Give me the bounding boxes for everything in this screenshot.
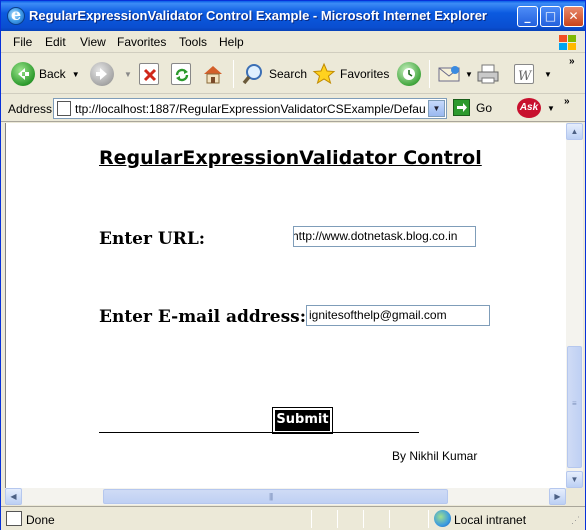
page-icon	[57, 101, 71, 116]
history-icon	[397, 62, 421, 86]
scroll-left-icon[interactable]: ◀	[5, 488, 22, 505]
ask-logo-icon: Ask	[517, 98, 541, 118]
toolbar: Back ▼ ▼ Search Favorites ▼ W ▼ »	[1, 54, 585, 94]
email-input[interactable]: ignitesofthelp@gmail.com	[306, 305, 490, 326]
url-input[interactable]: http://www.dotnetask.blog.co.in	[293, 226, 476, 247]
window-title: RegularExpressionValidator Control Examp…	[29, 8, 487, 23]
title-bar[interactable]: RegularExpressionValidator Control Examp…	[1, 1, 585, 31]
stop-icon	[139, 63, 159, 85]
address-dropdown-icon[interactable]: ▼	[428, 100, 445, 117]
menu-view[interactable]: View	[80, 35, 106, 49]
search-label: Search	[269, 67, 308, 81]
back-dropdown-icon[interactable]: ▼	[72, 70, 80, 79]
forward-dropdown-icon[interactable]: ▼	[124, 70, 132, 79]
menu-bar: File Edit View Favorites Tools Help	[1, 31, 585, 53]
word-icon: W	[514, 64, 534, 84]
minimize-button[interactable]: _	[517, 6, 538, 27]
status-divider	[337, 510, 338, 528]
go-label: Go	[476, 100, 493, 115]
toolbar-separator	[429, 60, 430, 88]
browser-window: RegularExpressionValidator Control Examp…	[0, 0, 586, 530]
mail-button[interactable]: ▼	[437, 58, 473, 90]
ask-toolbar-button[interactable]: Ask ▼	[517, 98, 555, 118]
favorites-label: Favorites	[340, 67, 390, 81]
status-text: Done	[26, 513, 55, 527]
back-arrow-icon	[11, 62, 35, 86]
address-url[interactable]: ttp://localhost:1887/RegularExpressionVa…	[75, 102, 425, 116]
menu-favorites[interactable]: Favorites	[117, 35, 166, 49]
status-divider	[389, 510, 390, 528]
toolbar-separator	[233, 60, 234, 88]
ie-logo-icon	[7, 5, 25, 25]
menu-tools[interactable]: Tools	[179, 35, 207, 49]
go-arrow-icon	[453, 99, 470, 116]
printer-icon	[476, 62, 500, 86]
scroll-up-icon[interactable]: ▲	[566, 123, 583, 140]
edit-dropdown-icon[interactable]: ▼	[544, 70, 552, 79]
page-heading: RegularExpressionValidator Control	[99, 147, 482, 169]
favorites-button[interactable]: Favorites	[312, 58, 389, 90]
address-bar: Address ttp://localhost:1887/RegularExpr…	[1, 95, 585, 122]
search-icon	[241, 62, 265, 86]
grip-icon: |||	[269, 492, 273, 501]
submit-button[interactable]: Submit	[272, 407, 333, 434]
horizontal-scroll-thumb[interactable]: |||	[103, 489, 448, 504]
go-button[interactable]: Go	[453, 99, 492, 116]
maximize-button[interactable]: □	[540, 6, 561, 27]
mail-dropdown-icon[interactable]: ▼	[465, 70, 473, 79]
intranet-zone-icon	[434, 510, 451, 527]
mail-icon	[437, 62, 461, 86]
search-button[interactable]: Search	[241, 58, 307, 90]
status-bar: Done Local intranet ⋰	[1, 506, 585, 530]
menu-file[interactable]: File	[13, 35, 32, 49]
vertical-scroll-thumb[interactable]: ≡	[567, 346, 582, 468]
author-credit: By Nikhil Kumar	[392, 449, 478, 463]
refresh-icon	[171, 63, 191, 85]
scroll-right-icon[interactable]: ▶	[549, 488, 566, 505]
resize-grip-icon[interactable]: ⋰	[571, 515, 580, 526]
print-button[interactable]	[476, 58, 504, 90]
status-divider	[428, 510, 429, 528]
horizontal-rule	[99, 432, 419, 433]
address-overflow-icon[interactable]: »	[564, 96, 570, 107]
home-button[interactable]	[201, 58, 229, 90]
forward-button[interactable]: ▼	[90, 58, 132, 90]
back-button[interactable]: Back ▼	[11, 58, 80, 90]
windows-logo-icon	[557, 33, 577, 51]
status-divider	[311, 510, 312, 528]
address-input[interactable]: ttp://localhost:1887/RegularExpressionVa…	[53, 98, 447, 119]
stop-button[interactable]	[139, 58, 163, 90]
back-label: Back	[39, 67, 66, 81]
status-divider	[363, 510, 364, 528]
grip-icon: ≡	[572, 399, 577, 408]
menu-edit[interactable]: Edit	[45, 35, 66, 49]
page-content: RegularExpressionValidator Control Enter…	[5, 123, 566, 488]
svg-text:W: W	[518, 69, 533, 84]
star-icon	[312, 62, 336, 86]
menu-help[interactable]: Help	[219, 35, 244, 49]
zone-text: Local intranet	[454, 513, 527, 527]
email-label: Enter E-mail address:	[99, 307, 307, 327]
page-done-icon	[6, 511, 22, 526]
close-button[interactable]: ✕	[563, 6, 584, 27]
horizontal-scrollbar[interactable]: ◀ ||| ▶	[5, 488, 566, 505]
vertical-scrollbar[interactable]: ▲ ≡ ▼	[566, 123, 583, 488]
word-edit-button[interactable]: W ▼	[514, 58, 552, 90]
toolbar-overflow-icon[interactable]: »	[569, 56, 575, 67]
history-button[interactable]	[397, 58, 425, 90]
forward-arrow-icon	[90, 62, 114, 86]
refresh-button[interactable]	[171, 58, 195, 90]
scroll-down-icon[interactable]: ▼	[566, 471, 583, 488]
address-label: Address	[8, 102, 53, 116]
ask-dropdown-icon[interactable]: ▼	[547, 104, 555, 113]
scrollbar-corner	[566, 488, 583, 505]
home-icon	[201, 62, 225, 86]
url-label: Enter URL:	[99, 229, 206, 249]
